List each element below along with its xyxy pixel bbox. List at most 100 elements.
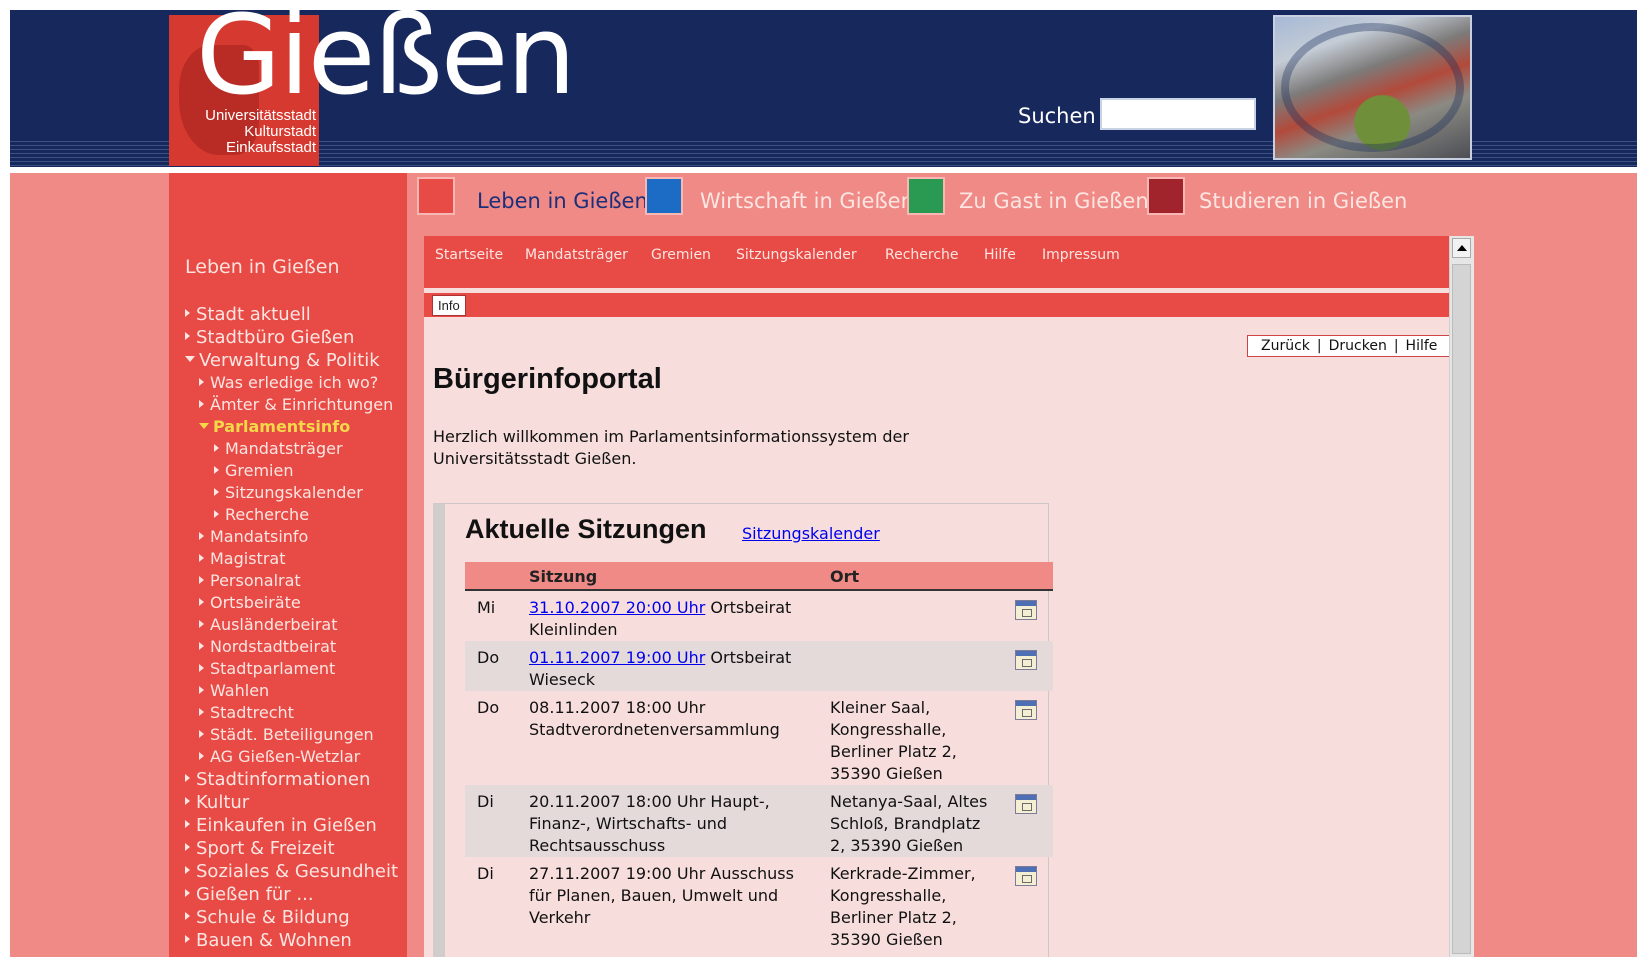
sidebar-item-personalrat[interactable]: Personalrat [199, 571, 301, 590]
sidebar-item-ortsbeiraete[interactable]: Ortsbeiräte [199, 593, 301, 612]
sidebar-item-bauen[interactable]: Bauen & Wohnen [185, 930, 352, 951]
scroll-up-icon[interactable] [1452, 238, 1471, 258]
scroll-thumb[interactable] [1452, 264, 1471, 954]
session-day: Di [477, 792, 494, 811]
sidebar-item-magistrat[interactable]: Magistrat [199, 549, 285, 568]
site-logo[interactable]: Gießen [196, 0, 576, 110]
sidebar-item-wahlen[interactable]: Wahlen [199, 681, 269, 700]
session-day: Mi [477, 598, 496, 617]
arrow-right-icon [185, 309, 190, 317]
arrow-right-icon [199, 531, 204, 540]
topnav-startseite[interactable]: Startseite [435, 247, 503, 263]
page-actions: Zurück | Drucken | Hilfe [1247, 335, 1449, 357]
logo-tagline: Universitätsstadt Kulturstadt Einkaufsst… [176, 108, 316, 156]
sidebar-item-stadt-aktuell[interactable]: Stadt aktuell [185, 304, 311, 325]
topnav-impressum[interactable]: Impressum [1042, 247, 1120, 263]
session-date-link[interactable]: 01.11.2007 19:00 Uhr [529, 648, 705, 667]
sidebar-item-verwaltung[interactable]: Verwaltung & Politik [185, 350, 380, 371]
sidebar-item-stadtbuero[interactable]: Stadtbüro Gießen [185, 327, 354, 348]
sitzungskalender-link[interactable]: Sitzungskalender [742, 524, 880, 543]
back-link[interactable]: Zurück [1261, 338, 1310, 354]
arrow-right-icon [185, 935, 190, 943]
sidebar-item-soziales[interactable]: Soziales & Gesundheit [185, 861, 398, 882]
category-square-icon [1147, 177, 1185, 215]
sidebar-item-sitzungskalender[interactable]: Sitzungskalender [214, 483, 363, 502]
content-scrollbar[interactable] [1449, 236, 1474, 957]
arrow-right-icon [199, 575, 204, 584]
category-square-icon [645, 177, 683, 215]
sidebar-item-gremien[interactable]: Gremien [214, 461, 293, 480]
sidebar-item-aemter[interactable]: Ämter & Einrichtungen [199, 395, 393, 414]
category-square-icon [907, 177, 945, 215]
sub-nav-bar: Info [424, 293, 1449, 317]
table-row: Mi 31.10.2007 20:00 Uhr Ortsbeirat Klein… [465, 591, 1053, 641]
session-info: 31.10.2007 20:00 Uhr Ortsbeirat Kleinlin… [529, 598, 792, 639]
calendar-icon[interactable] [1015, 794, 1037, 814]
topnav-sitzungskalender[interactable]: Sitzungskalender [736, 247, 857, 263]
sidebar-item-ag-giessen-wetzlar[interactable]: AG Gießen-Wetzlar [199, 747, 360, 766]
arrow-right-icon [214, 443, 219, 452]
session-day: Do [477, 648, 500, 667]
page-left-border [0, 0, 10, 957]
sidebar-item-parlamentsinfo[interactable]: Parlamentsinfo [199, 417, 350, 436]
arrow-down-icon [199, 422, 209, 429]
calendar-icon[interactable] [1015, 600, 1037, 620]
arrow-right-icon [185, 774, 190, 782]
arrow-down-icon [185, 356, 195, 362]
arrow-right-icon [199, 707, 204, 716]
arrow-right-icon [185, 866, 190, 874]
session-day: Do [477, 698, 500, 717]
arrow-right-icon [199, 685, 204, 694]
sidebar-item-recherche[interactable]: Recherche [214, 505, 309, 524]
arrow-right-icon [199, 399, 204, 408]
tab-info[interactable]: Info [432, 295, 466, 316]
search-input[interactable] [1100, 98, 1256, 130]
arrow-right-icon [214, 509, 219, 518]
print-link[interactable]: Drucken [1329, 338, 1387, 354]
topnav-hilfe[interactable]: Hilfe [984, 247, 1016, 263]
sidebar-item-nordstadtbeirat[interactable]: Nordstadtbeirat [199, 637, 336, 656]
sidebar-item-mandatsinfo[interactable]: Mandatsinfo [199, 527, 308, 546]
topnav-gremien[interactable]: Gremien [651, 247, 711, 263]
session-info: 20.11.2007 18:00 Uhr Haupt-, Finanz-, Wi… [529, 792, 770, 855]
calendar-icon[interactable] [1015, 700, 1037, 720]
sidebar-item-mandatstraeger[interactable]: Mandatsträger [214, 439, 343, 458]
page-title: Bürgerinfoportal [433, 363, 662, 395]
sidebar-title: Leben in Gießen [185, 256, 340, 278]
table-row: Do 01.11.2007 19:00 Uhr Ortsbeirat Wiese… [465, 641, 1053, 691]
arrow-right-icon [199, 641, 204, 650]
sidebar-item-sport[interactable]: Sport & Freizeit [185, 838, 335, 859]
calendar-icon[interactable] [1015, 650, 1037, 670]
sidebar-item-schule[interactable]: Schule & Bildung [185, 907, 350, 928]
session-date-link[interactable]: 31.10.2007 20:00 Uhr [529, 598, 705, 617]
session-location: Netanya-Saal, Altes Schloß, Brandplatz 2… [830, 792, 988, 855]
topnav-recherche[interactable]: Recherche [885, 247, 959, 263]
help-link[interactable]: Hilfe [1406, 338, 1438, 354]
calendar-icon[interactable] [1015, 866, 1037, 886]
sidebar-item-stadtparlament[interactable]: Stadtparlament [199, 659, 335, 678]
sidebar: Leben in Gießen Stadt aktuell Stadtbüro … [169, 173, 407, 957]
arrow-right-icon [214, 487, 219, 496]
arrow-right-icon [199, 663, 204, 672]
category-square-icon [417, 177, 455, 215]
arrow-right-icon [185, 912, 190, 920]
arrow-right-icon [199, 377, 204, 386]
sidebar-item-kultur[interactable]: Kultur [185, 792, 249, 813]
current-sessions-box: Aktuelle Sitzungen Sitzungskalender Sitz… [433, 503, 1053, 957]
sidebar-item-was-erledige[interactable]: Was erledige ich wo? [199, 373, 378, 392]
sidebar-item-auslaenderbeirat[interactable]: Ausländerbeirat [199, 615, 338, 634]
column-header-ort: Ort [830, 567, 860, 586]
content-frame: Startseite Mandatsträger Gremien Sitzung… [424, 236, 1449, 957]
logo-tagline-line: Universitätsstadt [205, 107, 316, 124]
topnav-mandatstraeger[interactable]: Mandatsträger [525, 247, 628, 263]
sidebar-item-beteiligungen[interactable]: Städt. Beteiligungen [199, 725, 374, 744]
sidebar-item-einkaufen[interactable]: Einkaufen in Gießen [185, 815, 377, 836]
session-location: Kleiner Saal, Kongresshalle, Berliner Pl… [830, 698, 957, 783]
table-row: Di 20.11.2007 18:00 Uhr Haupt-, Finanz-,… [465, 785, 1053, 857]
sidebar-item-stadtinformationen[interactable]: Stadtinformationen [185, 769, 370, 790]
arrow-right-icon [199, 619, 204, 628]
arrow-right-icon [199, 553, 204, 562]
category-label: Leben in Gießen [477, 189, 648, 213]
sidebar-item-giessen-fuer[interactable]: Gießen für ... [185, 884, 314, 905]
sidebar-item-stadtrecht[interactable]: Stadtrecht [199, 703, 294, 722]
